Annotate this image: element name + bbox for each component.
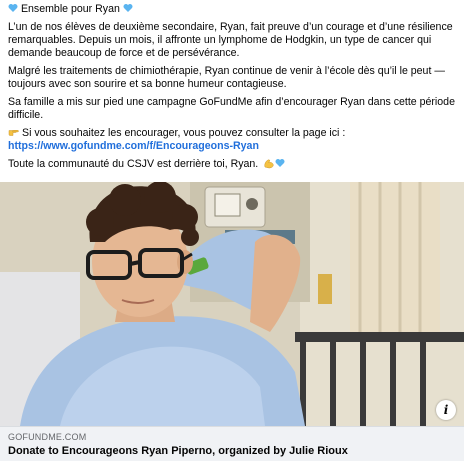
paragraph-closing: Toute la communauté du CSJV est derrière… [8,158,458,171]
paragraph-2-line: toujours avec son sourire et sa bonne hu… [8,78,287,90]
paragraph-3-line: Sa famille a mis sur pied une campagne G… [8,96,455,108]
paragraph-1-line: demande beaucoup de force et de persévér… [8,47,240,59]
paragraph-3-line: difficile. [8,109,44,121]
blue-heart-icon [8,4,18,12]
backhand-pointing-right-icon [8,130,19,136]
info-icon[interactable]: i [436,400,456,420]
blue-heart-icon [275,159,285,167]
paragraph-1-line: remarquables. Depuis un mois, il affront… [8,34,432,46]
encourage-text: Si vous souhaitez les encourager, vous p… [22,127,346,139]
link-preview-title[interactable]: Donate to Encourageons Ryan Piperno, org… [8,445,348,457]
blue-heart-icon [123,4,133,12]
gofundme-link[interactable]: https://www.gofundme.com/f/Encourageons-… [8,140,458,153]
post-photo[interactable]: i [0,182,464,426]
link-preview-domain: GOFUNDME.COM [8,432,87,442]
closing-line: Toute la communauté du CSJV est derrière… [8,158,458,171]
paragraph-encourage: Si vous souhaitez les encourager, vous p… [8,127,458,153]
post-header-line: Ensemble pour Ryan [8,3,458,16]
encourage-line: Si vous souhaitez les encourager, vous p… [8,127,458,140]
paragraph-1: L’un de nos élèves de deuxième secondair… [8,21,458,60]
paragraph-1-line: L’un de nos élèves de deuxième secondair… [8,21,453,33]
paragraph-3: Sa famille a mis sur pied une campagne G… [8,96,458,122]
post-header-text: Ensemble pour Ryan [20,3,120,15]
closing-text: Toute la communauté du CSJV est derrière… [8,158,259,170]
post-text: Ensemble pour Ryan L’un de nos élèves de… [8,3,458,176]
paragraph-2: Malgré les traitements de chimiothérapie… [8,65,458,91]
hospital-patient-photo [0,182,464,426]
link-preview[interactable]: GOFUNDME.COM Donate to Encourageons Ryan… [0,426,464,461]
flexed-biceps-icon [264,159,274,169]
paragraph-2-line: Malgré les traitements de chimiothérapie… [8,65,445,77]
